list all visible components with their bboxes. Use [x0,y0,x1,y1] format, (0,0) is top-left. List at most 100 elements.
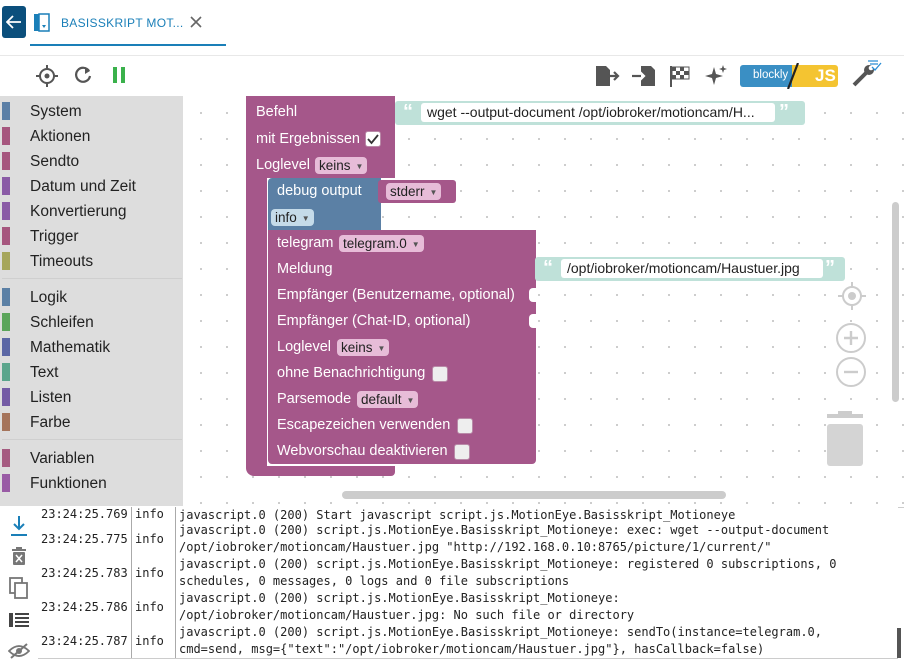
toolbox-category-konvertierung[interactable]: Konvertierung [0,199,183,223]
log-severity: info [135,600,164,614]
copy-icon[interactable] [9,577,29,599]
back-button[interactable] [2,6,26,38]
horizontal-scrollbar[interactable] [342,491,726,499]
pause-icon[interactable] [111,66,127,84]
blockly-js-toggle[interactable]: blockly JS [740,63,840,89]
toolbox-category-schleifen[interactable]: Schleifen [0,310,183,334]
toolbox-category-trigger[interactable]: Trigger [0,224,183,248]
column-divider [175,556,176,590]
toolbox-category-aktionen[interactable]: Aktionen [0,124,183,148]
toolbox-category-datum-und-zeit[interactable]: Datum und Zeit [0,174,183,198]
silent-checkbox[interactable] [432,366,448,382]
toolbox-category-variablen[interactable]: Variablen [0,446,183,470]
crosshair-icon[interactable] [36,65,58,87]
category-color-bar [2,313,10,331]
log-row[interactable]: 23:24:25.783 info javascript.0 (200) scrip… [38,556,898,591]
command-string-block[interactable]: “ wget --output-document /opt/iobroker/m… [395,101,805,125]
delete-icon[interactable] [11,547,27,566]
quote-close-icon: ” [825,257,835,279]
wrench-icon[interactable] [850,58,882,88]
message-string-block[interactable]: “ /opt/iobroker/motioncam/Haustuer.jpg ” [535,257,845,281]
log-row[interactable]: 23:24:25.786 info javascript.0 (200) scrip… [38,590,898,625]
telegram-instance-dropdown[interactable]: telegram.0 ▼ [339,235,424,252]
log-row[interactable]: 23:24:25.769 info javascript.0 (200) Start… [38,507,898,523]
log-severity: info [135,532,164,546]
magic-icon[interactable] [704,64,728,88]
recipient-chat-input-socket[interactable] [529,314,537,328]
zoom-in-icon[interactable] [835,322,867,354]
debug-target-dropdown[interactable]: stderr ▼ [386,183,442,200]
preview-label: Webvorschau deaktivieren [277,443,448,459]
log-severity: info [135,507,164,521]
parsemode-label: Parsemode [277,391,352,407]
log-toolbar [0,507,38,660]
exec-loglevel-dropdown[interactable]: keins ▼ [315,157,368,174]
command-value[interactable]: wget --output-document /opt/iobroker/mot… [421,103,775,122]
toolbox-category-funktionen[interactable]: Funktionen [0,471,183,495]
toolbox-category-logik[interactable]: Logik [0,285,183,309]
center-icon[interactable] [837,281,867,311]
hide-icon[interactable] [8,643,30,659]
column-divider [131,507,132,522]
trash-icon[interactable] [823,410,867,468]
toolbox-category-mathematik[interactable]: Mathematik [0,335,183,359]
column-divider [175,590,176,624]
column-divider [175,624,176,658]
parsemode-dropdown[interactable]: default ▼ [357,391,419,408]
tab-title[interactable]: BASISSKRIPT MOT... [61,16,184,30]
column-divider [131,590,132,624]
with-result-checkbox[interactable] [365,131,381,147]
log-message: javascript.0 (200) script.js.MotionEye.B… [179,625,822,656]
export-icon[interactable] [594,64,620,88]
recipient-user-input-socket[interactable] [529,288,537,302]
toolbox-category-system[interactable]: System [0,99,183,123]
list-icon[interactable] [9,612,29,628]
log-message: javascript.0 (200) script.js.MotionEye.B… [179,591,635,622]
toolbox-category-listen[interactable]: Listen [0,385,183,409]
preview-checkbox[interactable] [454,444,470,460]
category-label: Text [30,364,59,381]
log-time: 23:24:25.769 [41,507,128,521]
log-time: 23:24:25.783 [41,566,128,580]
import-icon[interactable] [631,64,657,88]
quote-open-icon: “ [403,101,413,123]
debug-level-dropdown[interactable]: info ▼ [271,209,314,226]
dropdown-arrow-icon: ▼ [411,240,420,249]
quote-open-icon: “ [543,257,553,279]
category-label: Schleifen [30,314,94,331]
telegram-loglevel-value: keins [341,340,373,355]
restart-icon[interactable] [73,65,93,85]
toolbox-category-sendto[interactable]: Sendto [0,149,183,173]
blockly-workspace[interactable]: Befehl mit Ergebnissen Loglevel keins ▼ “… [183,96,904,506]
category-color-bar [2,363,10,381]
vertical-scrollbar[interactable] [892,202,899,402]
log-time: 23:24:25.786 [41,600,128,614]
flag-icon[interactable] [668,64,692,88]
message-label: Meldung [277,261,333,277]
category-label: Listen [30,389,72,406]
telegram-instance-value: telegram.0 [343,236,407,251]
log-message: javascript.0 (200) script.js.MotionEye.B… [179,523,830,554]
close-icon[interactable] [188,14,204,30]
blockly-toolbox: System Aktionen Sendto Datum und Zeit Konver… [0,96,183,506]
message-value[interactable]: /opt/iobroker/motioncam/Haustuer.jpg [561,259,823,278]
checkmark-icon [367,134,379,145]
category-label: Trigger [30,228,79,245]
column-divider [131,624,132,658]
toolbox-separator [2,278,182,279]
telegram-loglevel-dropdown[interactable]: keins ▼ [337,339,390,356]
toolbox-category-farbe[interactable]: Farbe [0,410,183,434]
column-divider [175,507,176,522]
toolbox-category-timeouts[interactable]: Timeouts [0,249,183,273]
log-row[interactable]: 23:24:25.787 info javascript.0 (200) scrip… [38,624,898,659]
zoom-out-icon[interactable] [835,356,867,388]
log-row[interactable]: 23:24:25.775 info javascript.0 (200) scrip… [38,522,898,557]
scroll-down-icon[interactable] [9,515,29,537]
toolbox-category-text[interactable]: Text [0,360,183,384]
log-time: 23:24:25.787 [41,634,128,648]
category-color-bar [2,338,10,356]
column-divider [175,522,176,556]
escape-checkbox[interactable] [457,418,473,434]
log-message: javascript.0 (200) script.js.MotionEye.B… [179,557,837,588]
log-scrollbar[interactable] [897,628,901,658]
